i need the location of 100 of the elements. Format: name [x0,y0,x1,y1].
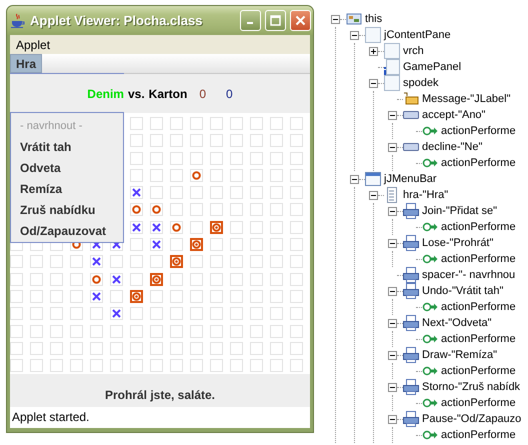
tree-item[interactable]: Next-"Odveta" [422,317,492,329]
collapse-icon[interactable] [388,110,397,120]
cross-icon [132,188,141,198]
cross-icon [92,240,101,250]
score-value: 0 [226,86,233,100]
cross-icon [112,274,121,284]
ring-dot-icon [172,257,181,266]
collapse-icon[interactable] [388,206,397,216]
cross-icon [112,309,121,318]
tree-item[interactable]: actionPerforme [441,429,516,441]
board-cell[interactable] [210,220,223,234]
popup-menu-item[interactable]: Vrátit tah [11,136,123,157]
maximize-button[interactable] [265,10,286,31]
tree-item[interactable]: Lose-"Prohrát" [422,237,494,249]
tree-item[interactable]: Join-"Přidat se" [422,205,498,217]
collapse-icon[interactable] [388,142,397,152]
tree-item[interactable]: vrch [403,45,424,57]
board-cell[interactable] [130,290,143,303]
menu-item[interactable]: Hra [10,54,42,73]
tree-item[interactable]: actionPerforme [441,365,516,377]
menu-item-icon [403,203,419,219]
menu-item-icon [403,235,419,251]
tree-item[interactable]: actionPerforme [441,125,516,137]
ring-icon [172,222,181,232]
ring-dot-icon [152,274,161,284]
tree-item[interactable]: Draw-"Remíza" [422,349,498,361]
tree-item[interactable]: spacer-"- navrhnou [422,269,516,281]
tree-item[interactable]: jContentPane [384,29,451,41]
collapse-icon[interactable] [388,414,397,424]
ring-icon [192,170,201,180]
board-cell[interactable] [170,255,183,268]
collapse-icon[interactable] [388,350,397,360]
panel-icon [384,75,400,91]
tree-item[interactable]: Storno-"Zruš nabídk [422,381,520,393]
cross-icon [112,240,121,250]
panel-icon [384,43,400,59]
tree-item[interactable]: hra-"Hra" [403,189,448,201]
menu-item-icon [403,315,419,331]
board-cell[interactable] [150,272,163,286]
menu-item[interactable]: Applet [10,38,56,52]
popup-menu-item[interactable]: Zruš nabídku [11,199,123,220]
ring-icon [132,205,141,214]
close-button[interactable] [290,10,311,31]
menu-item-icon [403,283,419,299]
ring-dot-icon [132,292,141,301]
expand-icon[interactable] [369,46,378,56]
ring-icon [72,240,81,250]
window-icon [365,171,381,187]
minimize-button[interactable] [240,10,261,31]
collapse-icon[interactable] [350,30,359,40]
label-icon [403,91,419,107]
score-value: 0 [199,86,206,100]
cross-icon [152,222,161,232]
bean-icon [346,11,362,27]
ring-dot-icon [212,222,221,232]
close-icon [295,15,306,26]
ring-icon [152,205,161,214]
collapse-icon[interactable] [388,318,397,328]
panel-icon [365,27,381,43]
tree-item[interactable]: jJMenuBar [384,173,437,185]
menu-item-icon [403,411,419,427]
collapse-icon[interactable] [369,190,378,200]
tree-item[interactable]: actionPerforme [441,333,516,345]
game-message: Prohrál jste, saláte. [104,388,216,402]
cross-icon [92,257,101,266]
coffee-cup-icon [10,12,26,28]
tree-item[interactable]: actionPerforme [441,157,516,169]
tree-item[interactable]: Undo-"Vrátit tah" [422,285,504,297]
window-title: Applet Viewer: Plocha.class [30,13,204,28]
collapse-icon[interactable] [388,238,397,248]
collapse-icon[interactable] [388,382,397,392]
tree-item[interactable]: Message-"JLabel" [422,93,511,105]
menu-item-icon [403,347,419,363]
menu-item-icon [403,267,419,283]
tree-item[interactable]: spodek [403,77,438,89]
tree-item[interactable]: actionPerforme [441,397,516,409]
tree-item[interactable]: actionPerforme [441,253,516,265]
tree-item[interactable]: actionPerforme [441,301,516,313]
tree-item[interactable]: actionPerforme [441,221,516,233]
tree-item[interactable]: GamePanel [403,61,462,73]
maximize-icon [270,15,281,26]
popup-menu-item[interactable]: Odveta [11,157,123,178]
tree-item[interactable]: Pause-"Od/Zapauzo [422,413,522,425]
info-panel-icon [384,59,400,75]
collapse-icon[interactable] [388,286,397,296]
list-icon [384,187,400,203]
cross-icon [92,292,101,301]
tree-item[interactable]: this [365,13,382,25]
cross-icon [132,222,141,232]
cross-icon [152,240,161,250]
versus-text: vs. [128,86,145,100]
popup-menu-item[interactable]: Od/Zapauzovat [11,220,123,241]
collapse-icon[interactable] [369,78,378,88]
board-cell[interactable] [190,238,203,252]
tree-item[interactable]: accept-"Ano" [422,109,486,121]
popup-menu-item[interactable]: Remíza [11,178,123,199]
tree-item[interactable]: decline-"Ne" [422,141,482,153]
ring-icon [92,274,101,284]
collapse-icon[interactable] [350,174,359,184]
collapse-icon[interactable] [331,14,340,24]
